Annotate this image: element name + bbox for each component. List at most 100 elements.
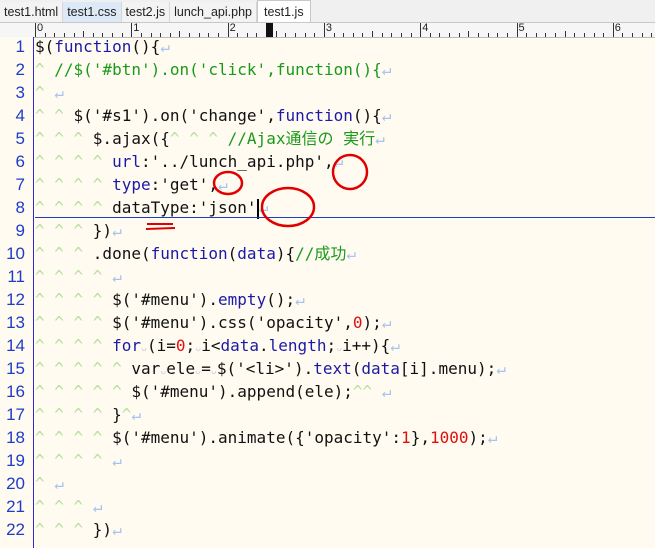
code-text: ){ bbox=[275, 244, 296, 263]
code-editor[interactable]: $(function(){↵ ^ //$('#btn').on('click',f… bbox=[35, 37, 655, 548]
line-number: 5 bbox=[15, 129, 25, 148]
code-line[interactable]: ^ ^ ^ ↵ bbox=[35, 495, 102, 518]
line-number: 7 bbox=[15, 175, 25, 194]
line-end-marker: ↵ bbox=[346, 244, 357, 263]
keyword: url bbox=[112, 152, 141, 171]
code-line[interactable]: ^ ^ ^ ^ ^ varᴗeleᴗ=ᴗ$('<li>').text(data[… bbox=[35, 357, 506, 380]
code-text: $.ajax({ bbox=[92, 129, 170, 148]
line-number: 15 bbox=[6, 359, 25, 378]
code-line[interactable]: ^ ^ ^ ^ ↵ bbox=[35, 449, 122, 472]
tab-marker: ^ ^ ^ ^ bbox=[35, 267, 113, 286]
code-line[interactable]: ^ ^ ^ ^ forᴗ(i=0;ᴗi<data.length;ᴗi++){↵ bbox=[35, 334, 400, 357]
line-number: 3 bbox=[15, 83, 25, 102]
code-line[interactable]: ^ ^ ^ ^ $('#menu').animate({'opacity':1}… bbox=[35, 426, 497, 449]
line-number: 17 bbox=[6, 405, 25, 424]
code-line[interactable]: ^ //$('#btn').on('click',function(){↵ bbox=[35, 58, 391, 81]
tab-marker: ^ ^ ^ ^ bbox=[35, 451, 113, 470]
keyword: length bbox=[268, 336, 327, 355]
ruler-cursor-marker bbox=[266, 23, 274, 37]
code-text: var bbox=[131, 359, 161, 378]
line-end-marker: ↵ bbox=[112, 221, 122, 240]
code-line[interactable]: ^ ^ ^ ^ ^ $('#menu').append(ele);^^ ↵ bbox=[35, 380, 391, 403]
tab-marker: ^ ^ ^ bbox=[35, 129, 93, 148]
line-number: 21 bbox=[6, 497, 25, 516]
tab-lunch-api-php[interactable]: lunch_api.php bbox=[170, 2, 257, 22]
code-text: dataType:'json' bbox=[112, 198, 257, 217]
code-text: i< bbox=[201, 336, 221, 355]
ruler-label: 2 bbox=[229, 22, 236, 34]
code-line[interactable]: $(function(){↵ bbox=[35, 35, 170, 58]
code-line[interactable]: ^ ^ ^ $.ajax({^ ^ ^ //Ajax通信の 実行↵ bbox=[35, 127, 385, 150]
code-text: ); bbox=[468, 428, 488, 447]
tab-test1-js[interactable]: test1.js bbox=[256, 0, 311, 22]
code-text: $('#menu').animate({'opacity': bbox=[112, 428, 402, 447]
code-line[interactable]: ^ ↵ bbox=[35, 81, 64, 104]
code-text: $('#s1').on('change', bbox=[73, 106, 276, 125]
code-text: i++){ bbox=[342, 336, 391, 355]
line-end-marker: ↵ bbox=[112, 520, 122, 539]
code-line[interactable]: ^ ^ ^ ^ }^↵ bbox=[35, 403, 141, 426]
code-text: ; bbox=[185, 336, 196, 355]
line-number: 20 bbox=[6, 474, 25, 493]
keyword: function bbox=[275, 106, 353, 125]
code-line[interactable]: ^ ^ ^ ^ type:'get',↵ bbox=[35, 173, 228, 196]
code-text: }) bbox=[92, 520, 113, 539]
code-text: :'get', bbox=[150, 175, 219, 194]
code-line[interactable]: ^ ^ ^ ^ $('#menu').css('opacity',0);↵ bbox=[35, 311, 391, 334]
keyword: for bbox=[112, 336, 141, 355]
code-text: ele bbox=[166, 359, 196, 378]
line-number: 9 bbox=[15, 221, 25, 240]
code-line[interactable]: ^ ^ ^ })↵ bbox=[35, 219, 122, 242]
ruler-label: 0 bbox=[37, 22, 44, 34]
tab-marker: ^ ^ ^ ^ bbox=[35, 198, 113, 217]
line-number: 11 bbox=[7, 267, 25, 286]
tab-marker: ^ ^ bbox=[35, 106, 74, 125]
code-line[interactable]: ^ ^ ^ .done(function(data){//成功↵ bbox=[35, 242, 356, 265]
code-line[interactable]: ^ ^ ^ })↵ bbox=[35, 518, 122, 541]
tab-marker: ^ bbox=[121, 405, 132, 424]
line-end-marker: ↵ bbox=[258, 198, 269, 217]
ruler-tick bbox=[323, 23, 325, 37]
code-text: (); bbox=[266, 290, 296, 309]
keyword: empty bbox=[218, 290, 267, 309]
ruler-label: 5 bbox=[518, 22, 525, 34]
ruler-label: 1 bbox=[133, 22, 140, 34]
line-end-marker: ↵ bbox=[112, 451, 122, 470]
line-end-marker: ↵ bbox=[487, 428, 498, 447]
code-text: $('<li>'). bbox=[216, 359, 314, 378]
line-number: 19 bbox=[6, 451, 25, 470]
comment: //成功 bbox=[295, 244, 347, 263]
line-number: 16 bbox=[6, 382, 25, 401]
tab-marker: ^ ^ ^ ^ bbox=[35, 152, 113, 171]
code-line[interactable]: ^ ^ ^ ^ ↵ bbox=[35, 265, 122, 288]
line-number: 10 bbox=[6, 244, 25, 263]
tab-test1-css[interactable]: test1.css bbox=[63, 2, 122, 22]
ruler-label: 4 bbox=[422, 22, 429, 34]
ruler-tick bbox=[420, 23, 422, 37]
code-line[interactable]: ^ ^ ^ ^ url:'../lunch_api.php',↵ bbox=[35, 150, 343, 173]
tab-marker: ^ ^ ^ bbox=[35, 244, 93, 263]
tab-marker: ^ ^ ^ ^ bbox=[35, 290, 113, 309]
line-end-marker: ↵ bbox=[112, 267, 122, 286]
code-line[interactable]: ^ ^ $('#s1').on('change',function(){↵ bbox=[35, 104, 391, 127]
code-text: ( bbox=[227, 244, 238, 263]
line-end-marker: ↵ bbox=[218, 175, 228, 194]
line-number-gutter: 1 2 3 4 5 6 7 8 9 10 11 12 13 14 15 16 17 18 19 20 21 22 bbox=[0, 37, 34, 548]
keyword: data bbox=[220, 336, 260, 355]
ruler-label: 3 bbox=[325, 22, 333, 34]
code-line[interactable]: ^ ↵ bbox=[35, 472, 64, 495]
keyword: type bbox=[112, 175, 151, 194]
number: 0 bbox=[352, 313, 363, 332]
code-line[interactable]: ^ ^ ^ ^ $('#menu').empty();↵ bbox=[35, 288, 305, 311]
code-line[interactable]: ^ ^ ^ ^ dataType:'json' ↵ bbox=[35, 196, 268, 219]
line-end-marker: ↵ bbox=[54, 474, 64, 493]
code-text: ( bbox=[351, 359, 362, 378]
code-text: = bbox=[201, 359, 211, 378]
line-number: 12 bbox=[6, 290, 25, 309]
tab-test1-html[interactable]: test1.html bbox=[0, 2, 64, 22]
keyword: text bbox=[313, 359, 352, 378]
number: 0 bbox=[175, 336, 186, 355]
line-end-marker: ↵ bbox=[496, 359, 506, 378]
tab-test2-js[interactable]: test2.js bbox=[121, 2, 171, 22]
ruler-label: 6 bbox=[614, 22, 621, 34]
